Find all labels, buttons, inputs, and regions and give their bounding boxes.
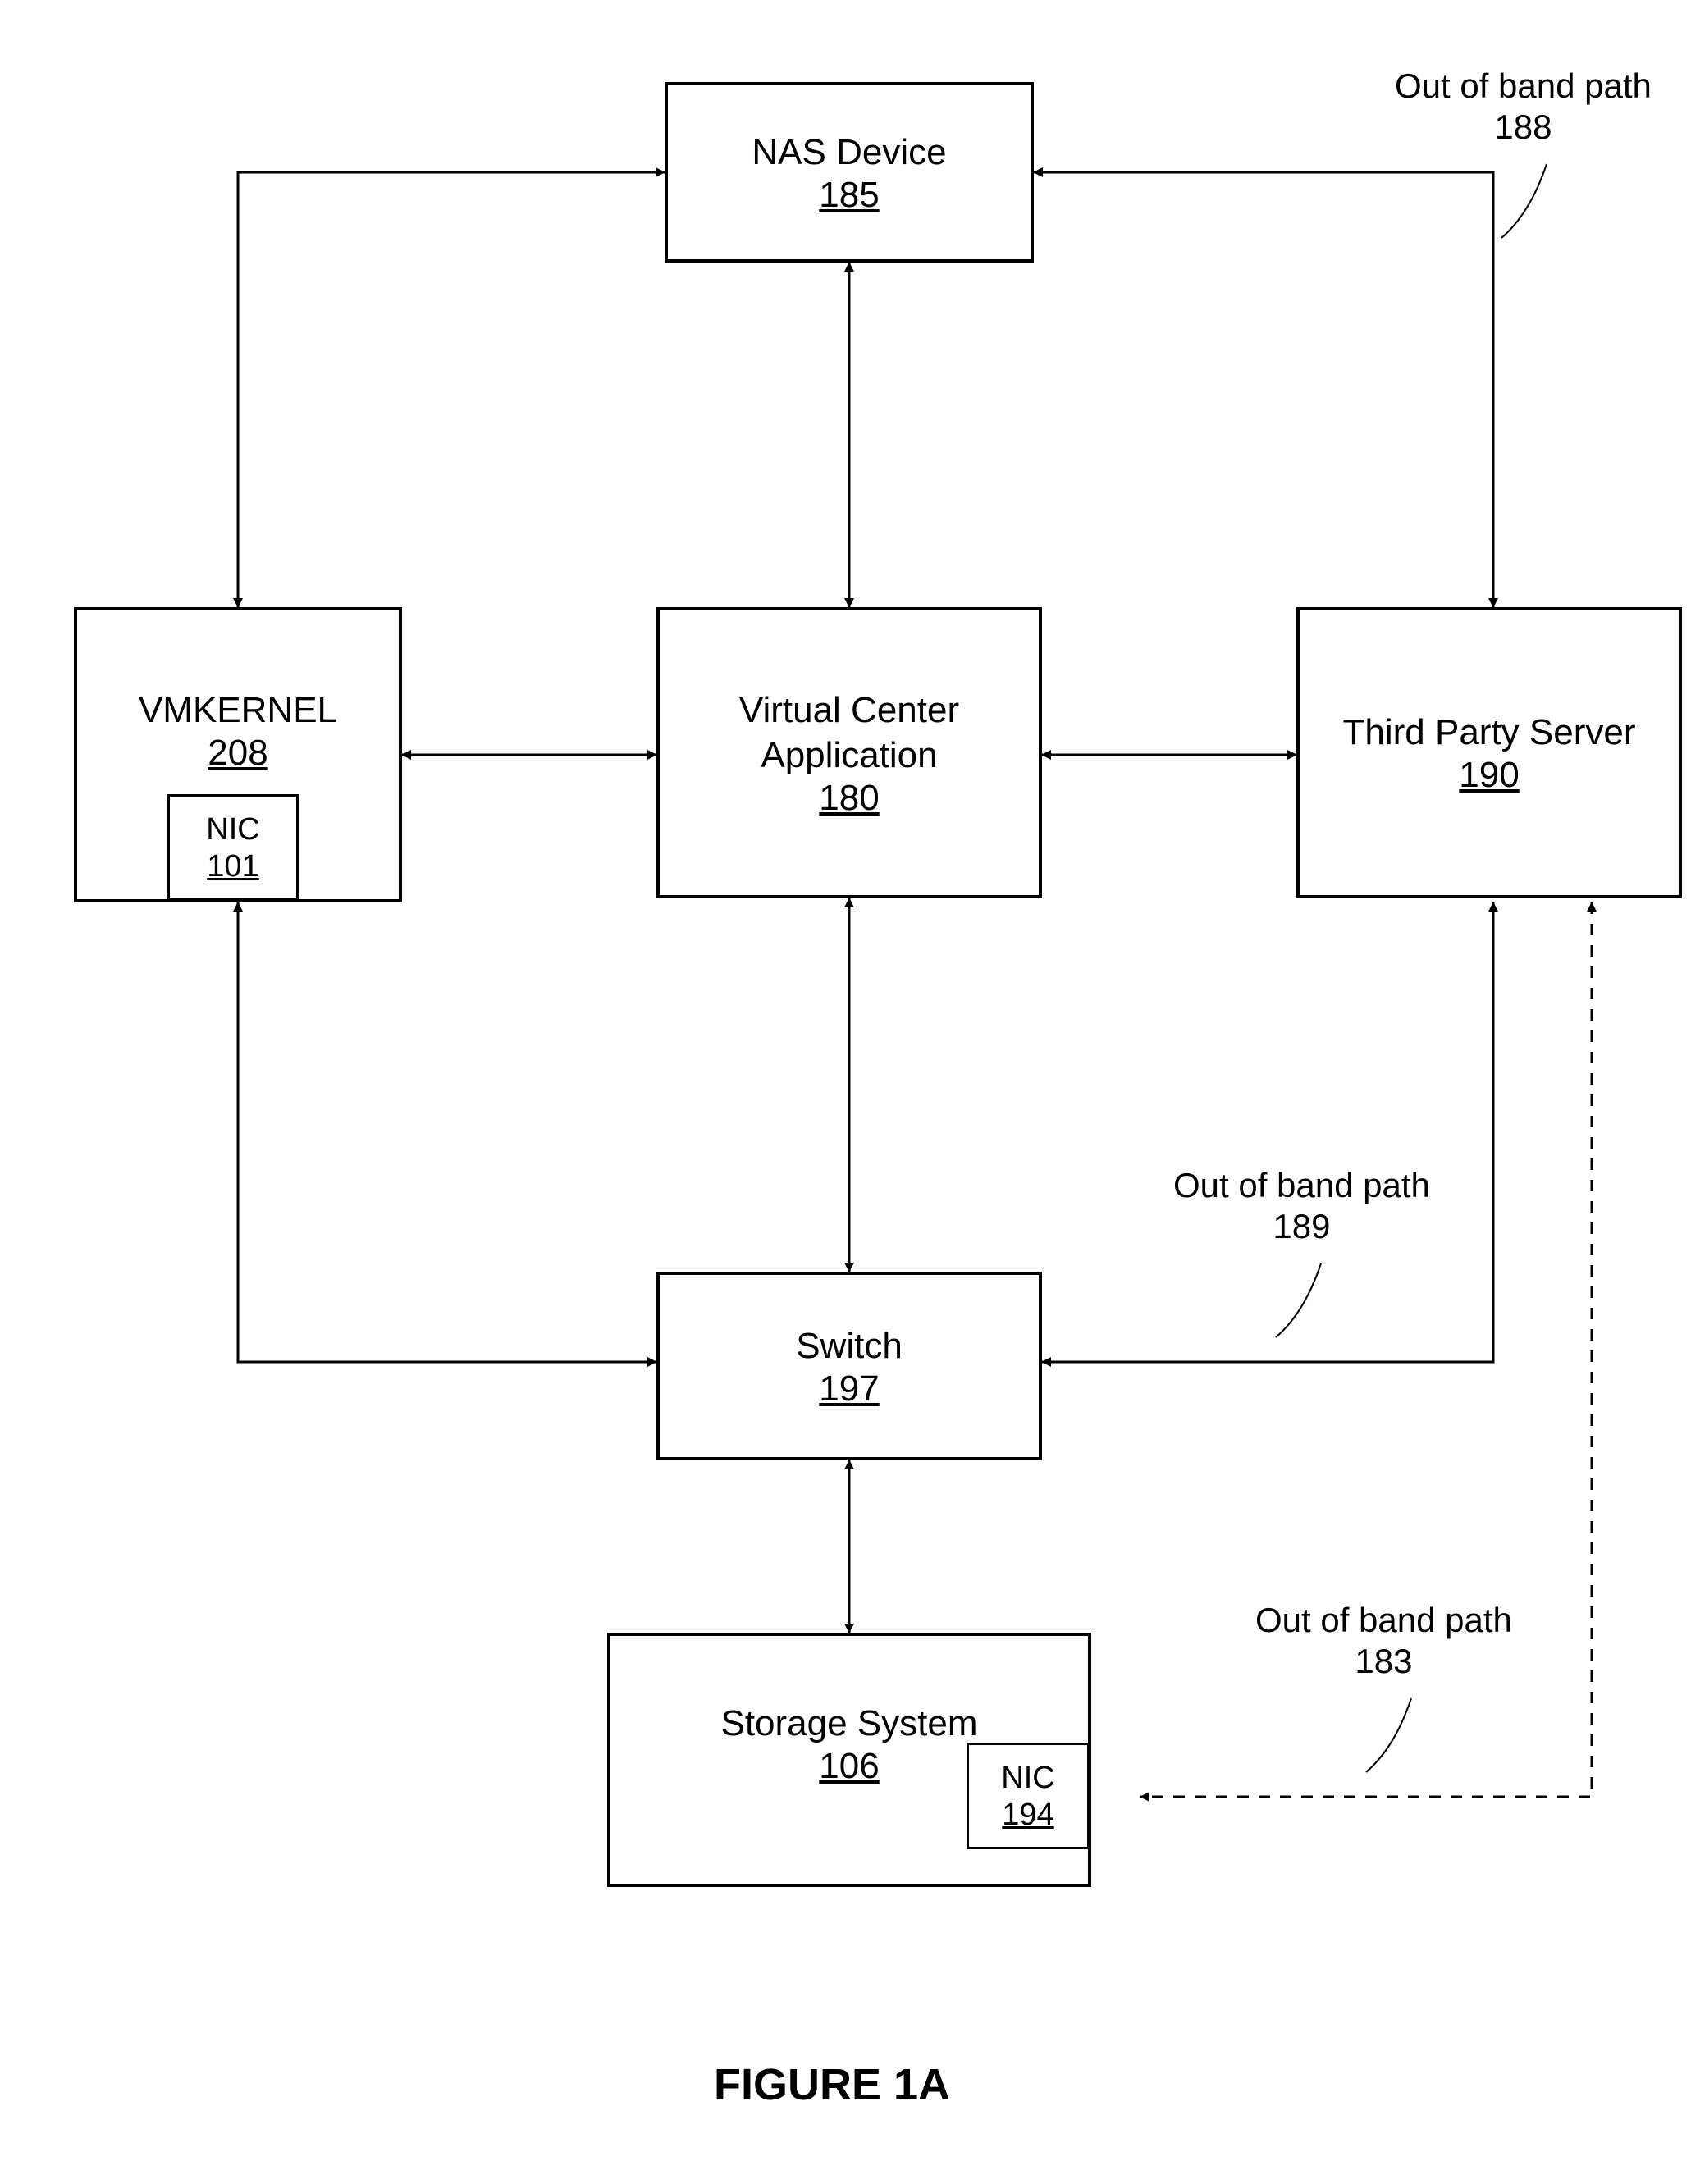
edge-vmk-switch	[238, 902, 656, 1362]
leader-188	[1501, 164, 1547, 238]
node-virtual-center-application: Virtual Center Application 180	[656, 607, 1042, 898]
node-ref: 197	[819, 1368, 879, 1410]
edge-label-oob-189: Out of band path 189	[1173, 1165, 1430, 1248]
edge-label-text: Out of band path	[1395, 66, 1652, 107]
edge-label-ref: 183	[1255, 1641, 1512, 1682]
node-ref: 101	[207, 849, 258, 884]
node-title: Third Party Server	[1343, 710, 1636, 755]
edge-label-ref: 189	[1173, 1206, 1430, 1247]
edge-label-oob-188: Out of band path 188	[1395, 66, 1652, 148]
leader-183	[1366, 1698, 1411, 1772]
node-nic-vmkernel: NIC 101	[167, 794, 299, 901]
leader-189	[1276, 1263, 1321, 1337]
node-ref: 185	[819, 175, 879, 216]
diagram-canvas: NAS Device 185 VMKERNEL 208 NIC 101 Virt…	[0, 0, 1691, 2184]
node-title: Switch	[796, 1323, 903, 1368]
node-third-party-server: Third Party Server 190	[1296, 607, 1682, 898]
node-nas-device: NAS Device 185	[665, 82, 1034, 263]
node-title: Storage System	[720, 1701, 977, 1746]
edge-label-text: Out of band path	[1173, 1165, 1430, 1206]
node-title: NIC	[206, 811, 259, 850]
edge-tps-switch	[1042, 902, 1493, 1362]
node-switch: Switch 197	[656, 1272, 1042, 1460]
edge-label-text: Out of band path	[1255, 1600, 1512, 1641]
node-ref: 194	[1002, 1798, 1053, 1833]
node-ref: 106	[819, 1746, 879, 1787]
node-ref: 190	[1459, 755, 1519, 796]
node-vmkernel: VMKERNEL 208 NIC 101	[74, 607, 402, 902]
edge-nas-vmk	[238, 172, 665, 607]
node-title: NIC	[1001, 1759, 1054, 1798]
node-ref: 180	[819, 778, 879, 819]
node-title: NAS Device	[752, 130, 946, 175]
node-ref: 208	[208, 733, 267, 774]
node-nic-storage: NIC 194	[967, 1743, 1090, 1849]
node-title: Virtual Center Application	[739, 688, 959, 778]
figure-title: FIGURE 1A	[714, 2059, 950, 2110]
edge-nas-tps	[1034, 172, 1493, 607]
node-storage-system: Storage System 106 NIC 194	[607, 1633, 1091, 1887]
edge-label-oob-183: Out of band path 183	[1255, 1600, 1512, 1683]
edge-label-ref: 188	[1395, 107, 1652, 148]
node-title: VMKERNEL	[139, 688, 337, 733]
